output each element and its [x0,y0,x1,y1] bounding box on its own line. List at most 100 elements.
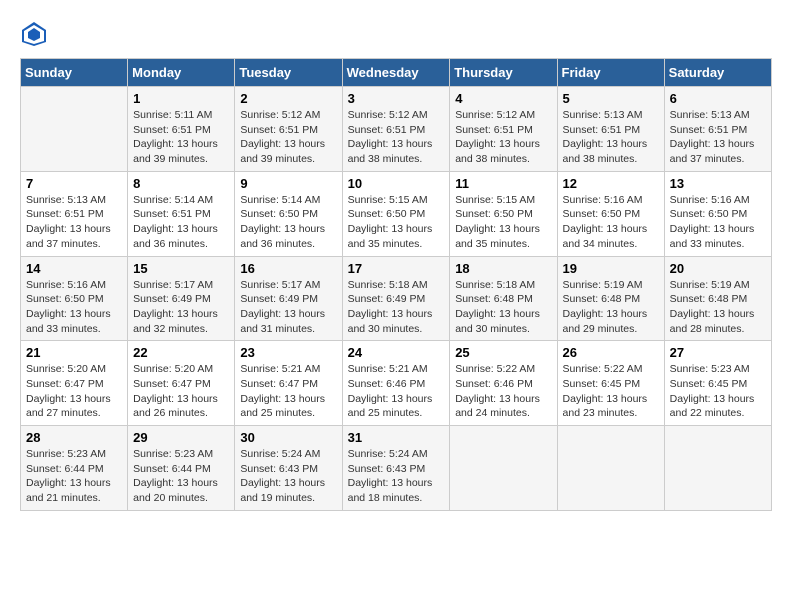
cell-info: Sunrise: 5:12 AMSunset: 6:51 PMDaylight:… [455,108,551,167]
calendar-cell: 26 Sunrise: 5:22 AMSunset: 6:45 PMDaylig… [557,341,664,426]
calendar-cell: 1 Sunrise: 5:11 AMSunset: 6:51 PMDayligh… [128,87,235,172]
day-number: 2 [240,91,336,106]
calendar-cell: 16 Sunrise: 5:17 AMSunset: 6:49 PMDaylig… [235,256,342,341]
calendar-cell: 8 Sunrise: 5:14 AMSunset: 6:51 PMDayligh… [128,171,235,256]
day-number: 6 [670,91,766,106]
logo [20,20,52,48]
calendar-cell: 28 Sunrise: 5:23 AMSunset: 6:44 PMDaylig… [21,426,128,511]
weekday-header-sunday: Sunday [21,59,128,87]
day-number: 3 [348,91,445,106]
day-number: 27 [670,345,766,360]
cell-info: Sunrise: 5:12 AMSunset: 6:51 PMDaylight:… [348,108,445,167]
calendar-cell [450,426,557,511]
cell-info: Sunrise: 5:22 AMSunset: 6:46 PMDaylight:… [455,362,551,421]
cell-info: Sunrise: 5:17 AMSunset: 6:49 PMDaylight:… [133,278,229,337]
cell-info: Sunrise: 5:13 AMSunset: 6:51 PMDaylight:… [563,108,659,167]
calendar-table: SundayMondayTuesdayWednesdayThursdayFrid… [20,58,772,511]
day-number: 30 [240,430,336,445]
calendar-cell: 10 Sunrise: 5:15 AMSunset: 6:50 PMDaylig… [342,171,450,256]
calendar-cell: 31 Sunrise: 5:24 AMSunset: 6:43 PMDaylig… [342,426,450,511]
day-number: 15 [133,261,229,276]
cell-info: Sunrise: 5:19 AMSunset: 6:48 PMDaylight:… [670,278,766,337]
cell-info: Sunrise: 5:24 AMSunset: 6:43 PMDaylight:… [240,447,336,506]
cell-info: Sunrise: 5:15 AMSunset: 6:50 PMDaylight:… [455,193,551,252]
day-number: 11 [455,176,551,191]
cell-info: Sunrise: 5:11 AMSunset: 6:51 PMDaylight:… [133,108,229,167]
calendar-cell: 7 Sunrise: 5:13 AMSunset: 6:51 PMDayligh… [21,171,128,256]
cell-info: Sunrise: 5:17 AMSunset: 6:49 PMDaylight:… [240,278,336,337]
weekday-header-wednesday: Wednesday [342,59,450,87]
day-number: 26 [563,345,659,360]
cell-info: Sunrise: 5:18 AMSunset: 6:49 PMDaylight:… [348,278,445,337]
calendar-cell: 5 Sunrise: 5:13 AMSunset: 6:51 PMDayligh… [557,87,664,172]
calendar-cell: 3 Sunrise: 5:12 AMSunset: 6:51 PMDayligh… [342,87,450,172]
calendar-cell: 24 Sunrise: 5:21 AMSunset: 6:46 PMDaylig… [342,341,450,426]
week-row-5: 28 Sunrise: 5:23 AMSunset: 6:44 PMDaylig… [21,426,772,511]
week-row-4: 21 Sunrise: 5:20 AMSunset: 6:47 PMDaylig… [21,341,772,426]
week-row-1: 1 Sunrise: 5:11 AMSunset: 6:51 PMDayligh… [21,87,772,172]
day-number: 29 [133,430,229,445]
calendar-cell: 17 Sunrise: 5:18 AMSunset: 6:49 PMDaylig… [342,256,450,341]
cell-info: Sunrise: 5:14 AMSunset: 6:50 PMDaylight:… [240,193,336,252]
weekday-header-saturday: Saturday [664,59,771,87]
day-number: 28 [26,430,122,445]
calendar-cell: 15 Sunrise: 5:17 AMSunset: 6:49 PMDaylig… [128,256,235,341]
calendar-cell: 9 Sunrise: 5:14 AMSunset: 6:50 PMDayligh… [235,171,342,256]
weekday-header-thursday: Thursday [450,59,557,87]
day-number: 24 [348,345,445,360]
cell-info: Sunrise: 5:14 AMSunset: 6:51 PMDaylight:… [133,193,229,252]
day-number: 7 [26,176,122,191]
day-number: 17 [348,261,445,276]
day-number: 5 [563,91,659,106]
calendar-cell: 27 Sunrise: 5:23 AMSunset: 6:45 PMDaylig… [664,341,771,426]
calendar-cell: 12 Sunrise: 5:16 AMSunset: 6:50 PMDaylig… [557,171,664,256]
logo-icon [20,20,48,48]
calendar-cell: 30 Sunrise: 5:24 AMSunset: 6:43 PMDaylig… [235,426,342,511]
calendar-cell [21,87,128,172]
header [20,20,772,48]
day-number: 1 [133,91,229,106]
day-number: 8 [133,176,229,191]
day-number: 21 [26,345,122,360]
day-number: 16 [240,261,336,276]
day-number: 25 [455,345,551,360]
day-number: 31 [348,430,445,445]
calendar-cell: 29 Sunrise: 5:23 AMSunset: 6:44 PMDaylig… [128,426,235,511]
weekday-header-tuesday: Tuesday [235,59,342,87]
cell-info: Sunrise: 5:23 AMSunset: 6:44 PMDaylight:… [26,447,122,506]
week-row-3: 14 Sunrise: 5:16 AMSunset: 6:50 PMDaylig… [21,256,772,341]
cell-info: Sunrise: 5:18 AMSunset: 6:48 PMDaylight:… [455,278,551,337]
day-number: 10 [348,176,445,191]
calendar-cell: 19 Sunrise: 5:19 AMSunset: 6:48 PMDaylig… [557,256,664,341]
cell-info: Sunrise: 5:12 AMSunset: 6:51 PMDaylight:… [240,108,336,167]
day-number: 9 [240,176,336,191]
day-number: 12 [563,176,659,191]
cell-info: Sunrise: 5:23 AMSunset: 6:44 PMDaylight:… [133,447,229,506]
cell-info: Sunrise: 5:16 AMSunset: 6:50 PMDaylight:… [563,193,659,252]
cell-info: Sunrise: 5:21 AMSunset: 6:46 PMDaylight:… [348,362,445,421]
calendar-cell: 18 Sunrise: 5:18 AMSunset: 6:48 PMDaylig… [450,256,557,341]
calendar-cell: 23 Sunrise: 5:21 AMSunset: 6:47 PMDaylig… [235,341,342,426]
cell-info: Sunrise: 5:24 AMSunset: 6:43 PMDaylight:… [348,447,445,506]
calendar-cell: 2 Sunrise: 5:12 AMSunset: 6:51 PMDayligh… [235,87,342,172]
day-number: 19 [563,261,659,276]
weekday-header-friday: Friday [557,59,664,87]
calendar-cell: 25 Sunrise: 5:22 AMSunset: 6:46 PMDaylig… [450,341,557,426]
day-number: 23 [240,345,336,360]
calendar-cell: 14 Sunrise: 5:16 AMSunset: 6:50 PMDaylig… [21,256,128,341]
cell-info: Sunrise: 5:20 AMSunset: 6:47 PMDaylight:… [133,362,229,421]
cell-info: Sunrise: 5:20 AMSunset: 6:47 PMDaylight:… [26,362,122,421]
cell-info: Sunrise: 5:23 AMSunset: 6:45 PMDaylight:… [670,362,766,421]
day-number: 20 [670,261,766,276]
week-row-2: 7 Sunrise: 5:13 AMSunset: 6:51 PMDayligh… [21,171,772,256]
weekday-header-monday: Monday [128,59,235,87]
cell-info: Sunrise: 5:13 AMSunset: 6:51 PMDaylight:… [26,193,122,252]
day-number: 18 [455,261,551,276]
weekday-header-row: SundayMondayTuesdayWednesdayThursdayFrid… [21,59,772,87]
day-number: 4 [455,91,551,106]
calendar-cell: 4 Sunrise: 5:12 AMSunset: 6:51 PMDayligh… [450,87,557,172]
calendar-cell: 20 Sunrise: 5:19 AMSunset: 6:48 PMDaylig… [664,256,771,341]
day-number: 22 [133,345,229,360]
day-number: 14 [26,261,122,276]
calendar-cell [557,426,664,511]
